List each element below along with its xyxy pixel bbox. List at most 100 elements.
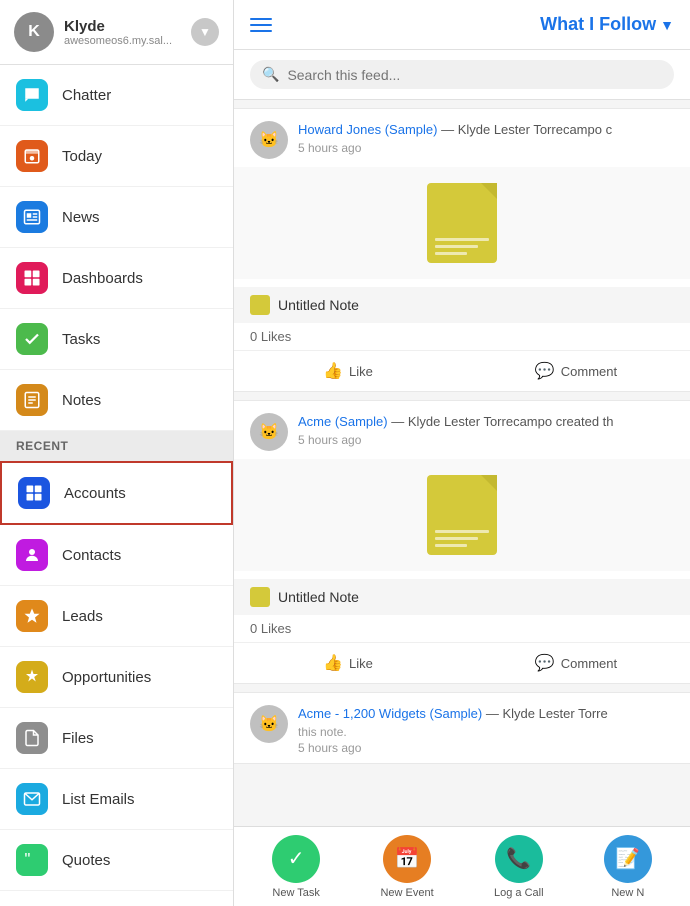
feed-user-line: Acme (Sample) — Klyde Lester Torrecampo … — [298, 413, 674, 431]
note-title-row: Untitled Note — [234, 579, 690, 615]
like-button[interactable]: 👍 Like — [234, 351, 462, 391]
sidebar-item-files[interactable]: Files — [0, 708, 233, 769]
hamburger-line — [250, 18, 272, 20]
note-line — [435, 544, 467, 547]
note-lines — [435, 238, 489, 255]
note-small-icon — [250, 295, 270, 315]
user-info: Klyde awesomeos6.my.sal... — [64, 18, 181, 47]
bottom-bar: ✓New Task 📅 New Event 📞 Log a Call 📝 New N — [234, 826, 690, 906]
note-preview — [234, 167, 690, 279]
avatar: K — [14, 12, 54, 52]
search-input[interactable] — [287, 67, 662, 83]
feed-user-name[interactable]: Acme - 1,200 Widgets (Sample) — [298, 706, 482, 721]
user-menu-button[interactable]: ▼ — [191, 18, 219, 46]
bottom-tab-new-event[interactable]: 📅 New Event — [380, 835, 433, 899]
today-icon — [16, 140, 48, 172]
chevron-down-icon: ▼ — [199, 25, 211, 39]
hamburger-line — [250, 30, 272, 32]
sidebar-item-label: Contacts — [62, 547, 121, 564]
note-line — [435, 530, 489, 533]
sidebar-item-label: Chatter — [62, 87, 111, 104]
note-small-icon — [250, 587, 270, 607]
note-line — [435, 245, 478, 248]
sidebar-item-dashboards[interactable]: Dashboards — [0, 248, 233, 309]
sidebar-item-more[interactable]: • • •More — [0, 891, 233, 906]
feed-meta: Acme - 1,200 Widgets (Sample) — Klyde Le… — [298, 705, 674, 755]
bottom-tab-new-task[interactable]: ✓New Task — [272, 835, 320, 899]
bottom-tab-label: New Event — [380, 887, 433, 899]
comment-icon: 💬 — [535, 653, 555, 673]
sidebar-item-listemails[interactable]: List Emails — [0, 769, 233, 830]
sidebar: K Klyde awesomeos6.my.sal... ▼ Chatter To… — [0, 0, 234, 906]
files-icon — [16, 722, 48, 754]
note-title-text[interactable]: Untitled Note — [278, 589, 359, 605]
news-icon — [16, 201, 48, 233]
feed-user-name[interactable]: Howard Jones (Sample) — [298, 122, 437, 137]
like-label: Like — [349, 364, 373, 379]
avatar: 🐱 — [250, 705, 288, 743]
note-title-text[interactable]: Untitled Note — [278, 297, 359, 313]
nav-items: Chatter Today News Dashboards Tasks Notes — [0, 65, 233, 431]
like-icon: 👍 — [323, 653, 343, 673]
search-bar: 🔍 — [234, 50, 690, 100]
chatter-icon — [16, 79, 48, 111]
feed-user-line: Howard Jones (Sample) — Klyde Lester Tor… — [298, 121, 674, 139]
sidebar-item-notes[interactable]: Notes — [0, 370, 233, 431]
bottom-tab-label: New N — [611, 887, 644, 899]
feed-user-name[interactable]: Acme (Sample) — [298, 414, 388, 429]
sidebar-item-today[interactable]: Today — [0, 126, 233, 187]
bottom-tab-label: Log a Call — [494, 887, 544, 899]
accounts-icon — [18, 477, 50, 509]
bottom-tab-log-call[interactable]: 📞 Log a Call — [494, 835, 544, 899]
feed-time: 5 hours ago — [298, 141, 674, 155]
likes-count: 0 Likes — [234, 615, 690, 643]
sidebar-item-news[interactable]: News — [0, 187, 233, 248]
sidebar-item-label: Dashboards — [62, 270, 143, 287]
note-lines — [435, 530, 489, 547]
feed-item: 🐱 Acme (Sample) — Klyde Lester Torrecamp… — [234, 400, 690, 684]
user-header[interactable]: K Klyde awesomeos6.my.sal... ▼ — [0, 0, 233, 65]
sidebar-item-label: Accounts — [64, 485, 126, 502]
note-preview — [234, 459, 690, 571]
log-call-icon: 📞 — [495, 835, 543, 883]
actions-row: 👍 Like 💬 Comment — [234, 643, 690, 683]
like-button[interactable]: 👍 Like — [234, 643, 462, 683]
opportunities-icon — [16, 661, 48, 693]
sidebar-item-label: Files — [62, 730, 94, 747]
comment-icon: 💬 — [535, 361, 555, 381]
feed-title-chevron-icon: ▼ — [660, 17, 674, 33]
sidebar-item-leads[interactable]: Leads — [0, 586, 233, 647]
sidebar-item-accounts[interactable]: Accounts — [0, 461, 233, 525]
feed-meta: Howard Jones (Sample) — Klyde Lester Tor… — [298, 121, 674, 155]
feed-scroll: 🐱 Howard Jones (Sample) — Klyde Lester T… — [234, 100, 690, 826]
new-n-icon: 📝 — [604, 835, 652, 883]
sidebar-item-contacts[interactable]: Contacts — [0, 525, 233, 586]
sidebar-item-chatter[interactable]: Chatter — [0, 65, 233, 126]
bottom-tab-new-n[interactable]: 📝 New N — [604, 835, 652, 899]
sidebar-item-quotes[interactable]: "Quotes — [0, 830, 233, 891]
main-content: What I Follow ▼ 🔍 🐱 Howard Jones (Sample… — [234, 0, 690, 906]
search-input-wrap[interactable]: 🔍 — [250, 60, 674, 89]
feed-action: — Klyde Lester Torre — [486, 706, 608, 721]
feed-title[interactable]: What I Follow ▼ — [540, 14, 674, 35]
like-label: Like — [349, 656, 373, 671]
comment-label: Comment — [561, 656, 617, 671]
sidebar-item-label: Notes — [62, 392, 101, 409]
hamburger-menu[interactable] — [250, 18, 272, 32]
notes-icon — [16, 384, 48, 416]
sidebar-item-label: News — [62, 209, 100, 226]
comment-button[interactable]: 💬 Comment — [462, 643, 690, 683]
note-title-row: Untitled Note — [234, 287, 690, 323]
recent-section-header: RECENT — [0, 431, 233, 461]
note-line — [435, 238, 489, 241]
sidebar-item-label: List Emails — [62, 791, 135, 808]
sidebar-item-tasks[interactable]: Tasks — [0, 309, 233, 370]
new-event-icon: 📅 — [383, 835, 431, 883]
feed-item: 🐱 Howard Jones (Sample) — Klyde Lester T… — [234, 108, 690, 392]
tasks-icon — [16, 323, 48, 355]
sidebar-item-opportunities[interactable]: Opportunities — [0, 647, 233, 708]
note-document-icon — [427, 183, 497, 263]
user-sub: awesomeos6.my.sal... — [64, 35, 181, 47]
avatar: 🐱 — [250, 413, 288, 451]
comment-button[interactable]: 💬 Comment — [462, 351, 690, 391]
